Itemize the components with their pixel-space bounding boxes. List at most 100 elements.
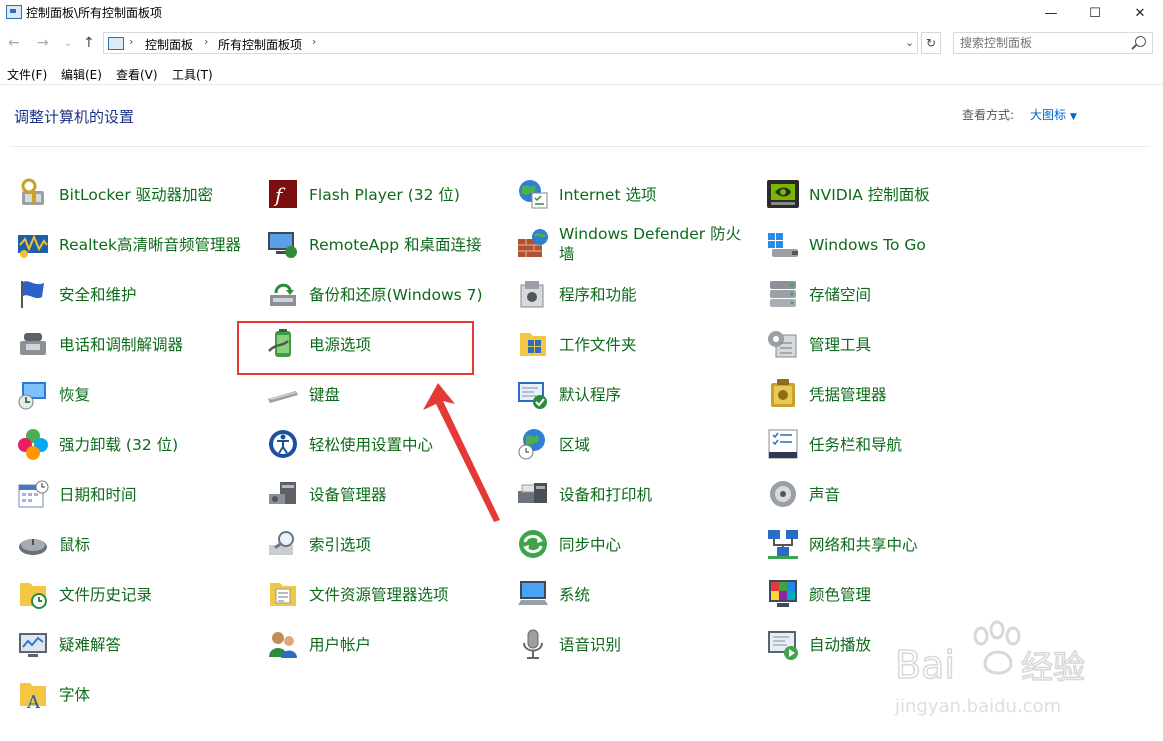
menu-file[interactable]: 文件(F) (7, 66, 47, 83)
recent-dropdown-icon[interactable]: ⌄ (64, 38, 72, 49)
item-label: 程序和功能 (559, 286, 637, 304)
item-flash-player[interactable]: f Flash Player (32 位) (266, 172, 506, 218)
item-label: 声音 (809, 486, 841, 504)
item-network-sharing[interactable]: 网络和共享中心 (766, 522, 1006, 568)
item-color-management[interactable]: 颜色管理 (766, 572, 1006, 618)
item-label: 工作文件夹 (559, 336, 637, 354)
item-default-programs[interactable]: 默认程序 (516, 372, 756, 418)
item-region[interactable]: 区域 (516, 422, 756, 468)
baidu-paw-logo-icon: Bai 经验 jingyan.baidu.com (894, 620, 1086, 717)
chevron-right-icon[interactable]: › (312, 35, 316, 48)
work-folders-icon (520, 333, 546, 356)
menu-view[interactable]: 查看(V) (116, 66, 158, 83)
item-ease-of-access[interactable]: 轻松使用设置中心 (266, 422, 506, 468)
programs-features-icon (520, 281, 544, 308)
item-label: 管理工具 (809, 336, 872, 354)
item-label: 设备管理器 (309, 486, 387, 504)
address-dropdown-icon[interactable]: ⌄ (905, 36, 914, 49)
troubleshooting-icon (19, 633, 47, 657)
item-date-time[interactable]: 日期和时间 (16, 472, 256, 518)
item-mouse[interactable]: 鼠标 (16, 522, 256, 568)
breadcrumb-control-panel[interactable]: 控制面板 (145, 36, 193, 53)
control-panel-icon (6, 5, 22, 19)
item-realtek[interactable]: Realtek高清晰音频管理器 (16, 222, 256, 268)
admin-tools-icon (768, 331, 797, 358)
item-label: 电话和调制解调器 (59, 336, 184, 354)
forward-arrow-icon[interactable]: → (37, 35, 49, 51)
item-fonts[interactable]: A 字体 (16, 672, 256, 718)
item-sound[interactable]: 声音 (766, 472, 1006, 518)
refresh-button[interactable]: ↻ (921, 32, 941, 54)
menu-tools[interactable]: 工具(T) (172, 66, 213, 83)
item-label: 轻松使用设置中心 (309, 436, 434, 454)
item-devices-printers[interactable]: 设备和打印机 (516, 472, 756, 518)
item-device-manager[interactable]: 设备管理器 (266, 472, 506, 518)
item-troubleshooting[interactable]: 疑难解答 (16, 622, 256, 668)
taskbar-navigation-icon (768, 429, 798, 459)
explorer-options-icon (270, 583, 296, 606)
chevron-right-icon[interactable]: › (129, 35, 133, 48)
item-label: 用户帐户 (309, 636, 372, 654)
chevron-right-icon[interactable]: › (204, 35, 208, 48)
item-backup-restore[interactable]: 备份和还原(Windows 7) (266, 272, 506, 318)
ease-of-access-icon (269, 430, 297, 458)
maximize-button[interactable]: ☐ (1072, 0, 1118, 26)
item-bitlocker[interactable]: BitLocker 驱动器加密 (16, 172, 256, 218)
backup-restore-icon (270, 283, 296, 306)
item-uninstaller[interactable]: 强力卸载 (32 位) (16, 422, 256, 468)
item-keyboard[interactable]: 键盘 (266, 372, 506, 418)
item-storage-spaces[interactable]: 存储空间 (766, 272, 1006, 318)
address-bar[interactable]: › 控制面板 › 所有控制面板项 › ⌄ (103, 32, 918, 54)
item-indexing-options[interactable]: 索引选项 (266, 522, 506, 568)
item-taskbar-navigation[interactable]: 任务栏和导航 (766, 422, 1006, 468)
item-label: 疑难解答 (59, 636, 122, 654)
flash-player-icon: f (269, 180, 297, 208)
item-label: 同步中心 (559, 536, 622, 554)
file-history-icon (20, 583, 47, 609)
svg-text:jingyan.baidu.com: jingyan.baidu.com (894, 696, 1061, 717)
user-accounts-icon (269, 632, 297, 658)
item-credential-manager[interactable]: 凭据管理器 (766, 372, 1006, 418)
item-system[interactable]: 系统 (516, 572, 756, 618)
header-divider (10, 146, 1150, 147)
back-arrow-icon[interactable]: ← (8, 35, 20, 51)
item-speech-recognition[interactable]: 语音识别 (516, 622, 756, 668)
search-icon[interactable] (1135, 36, 1146, 47)
breadcrumb-all-items[interactable]: 所有控制面板项 (218, 36, 302, 53)
item-label: 区域 (559, 436, 591, 454)
view-by-label: 查看方式: (962, 108, 1015, 122)
item-admin-tools[interactable]: 管理工具 (766, 322, 1006, 368)
devices-printers-icon (518, 483, 547, 503)
item-internet-options[interactable]: Internet 选项 (516, 172, 756, 218)
item-sync-center[interactable]: 同步中心 (516, 522, 756, 568)
item-label: 默认程序 (559, 386, 622, 404)
item-label: 键盘 (309, 386, 341, 404)
control-panel-small-icon (108, 37, 124, 50)
minimize-button[interactable]: — (1028, 0, 1074, 26)
search-input[interactable] (954, 33, 1130, 53)
item-work-folders[interactable]: 工作文件夹 (516, 322, 756, 368)
item-user-accounts[interactable]: 用户帐户 (266, 622, 506, 668)
item-label: 索引选项 (309, 536, 372, 554)
system-icon (518, 581, 548, 605)
close-button[interactable]: ✕ (1117, 0, 1163, 26)
page-title: 调整计算机的设置 (14, 108, 135, 126)
item-firewall[interactable]: Windows Defender 防火墙 (516, 222, 756, 268)
item-explorer-options[interactable]: 文件资源管理器选项 (266, 572, 506, 618)
item-label: Realtek高清晰音频管理器 (59, 236, 242, 254)
item-windows-to-go[interactable]: Windows To Go (766, 222, 1006, 268)
view-by-dropdown[interactable]: 大图标 ▼ (1030, 106, 1077, 123)
item-programs-features[interactable]: 程序和功能 (516, 272, 756, 318)
baidu-watermark: Bai 经验 jingyan.baidu.com (893, 614, 1113, 724)
network-sharing-icon (768, 530, 798, 559)
bitlocker-icon (21, 178, 44, 205)
item-recovery[interactable]: 恢复 (16, 372, 256, 418)
search-box[interactable] (953, 32, 1153, 54)
item-nvidia[interactable]: NVIDIA 控制面板 (766, 172, 1006, 218)
menu-edit[interactable]: 编辑(E) (61, 66, 102, 83)
item-security-maintenance[interactable]: 安全和维护 (16, 272, 256, 318)
item-file-history[interactable]: 文件历史记录 (16, 572, 256, 618)
up-arrow-icon[interactable]: ↑ (83, 35, 95, 51)
item-remoteapp[interactable]: RemoteApp 和桌面连接 (266, 222, 506, 268)
item-phone-modem[interactable]: 电话和调制解调器 (16, 322, 256, 368)
